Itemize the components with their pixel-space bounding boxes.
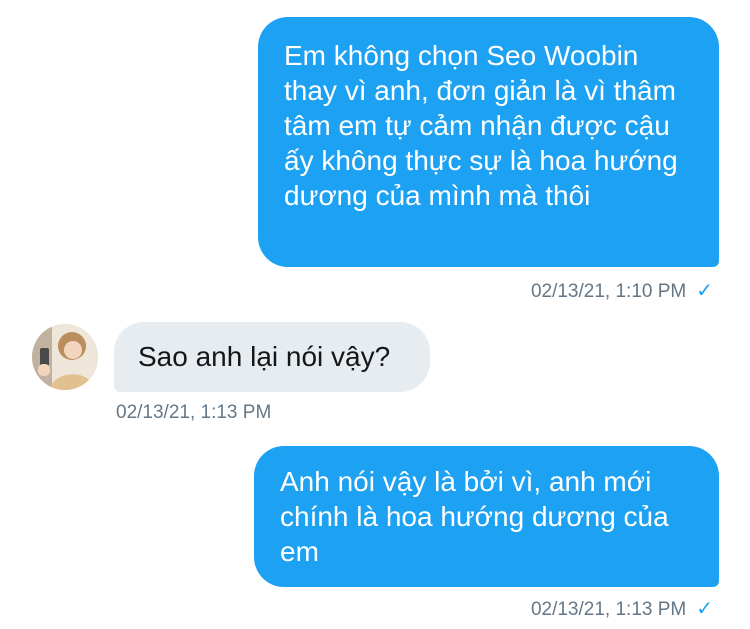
message-text: Em không chọn Seo Woobin thay vì anh, đơ… xyxy=(284,40,678,211)
checkmark-icon: ✓ xyxy=(696,598,713,620)
message-meta-2: 02/13/21, 1:13 PM xyxy=(116,401,271,425)
user-avatar[interactable] xyxy=(32,324,98,390)
message-text: Anh nói vậy là bởi vì, anh mới chính là … xyxy=(280,466,669,567)
message-timestamp: 02/13/21, 1:10 PM xyxy=(530,281,687,302)
message-timestamp: 02/13/21, 1:13 PM xyxy=(530,599,687,620)
checkmark-icon: ✓ xyxy=(696,280,713,302)
message-bubble-sent-2[interactable]: Anh nói vậy là bởi vì, anh mới chính là … xyxy=(254,446,719,587)
message-meta-1: 02/13/21, 1:10 PM ✓ xyxy=(531,279,713,304)
message-meta-3: 02/13/21, 1:13 PM ✓ xyxy=(531,597,713,622)
message-bubble-received-1[interactable]: Sao anh lại nói vậy? xyxy=(114,322,430,392)
message-bubble-sent-1[interactable]: Em không chọn Seo Woobin thay vì anh, đơ… xyxy=(258,17,719,267)
message-timestamp: 02/13/21, 1:13 PM xyxy=(116,402,272,423)
message-text: Sao anh lại nói vậy? xyxy=(138,341,391,372)
avatar-image xyxy=(32,324,98,390)
